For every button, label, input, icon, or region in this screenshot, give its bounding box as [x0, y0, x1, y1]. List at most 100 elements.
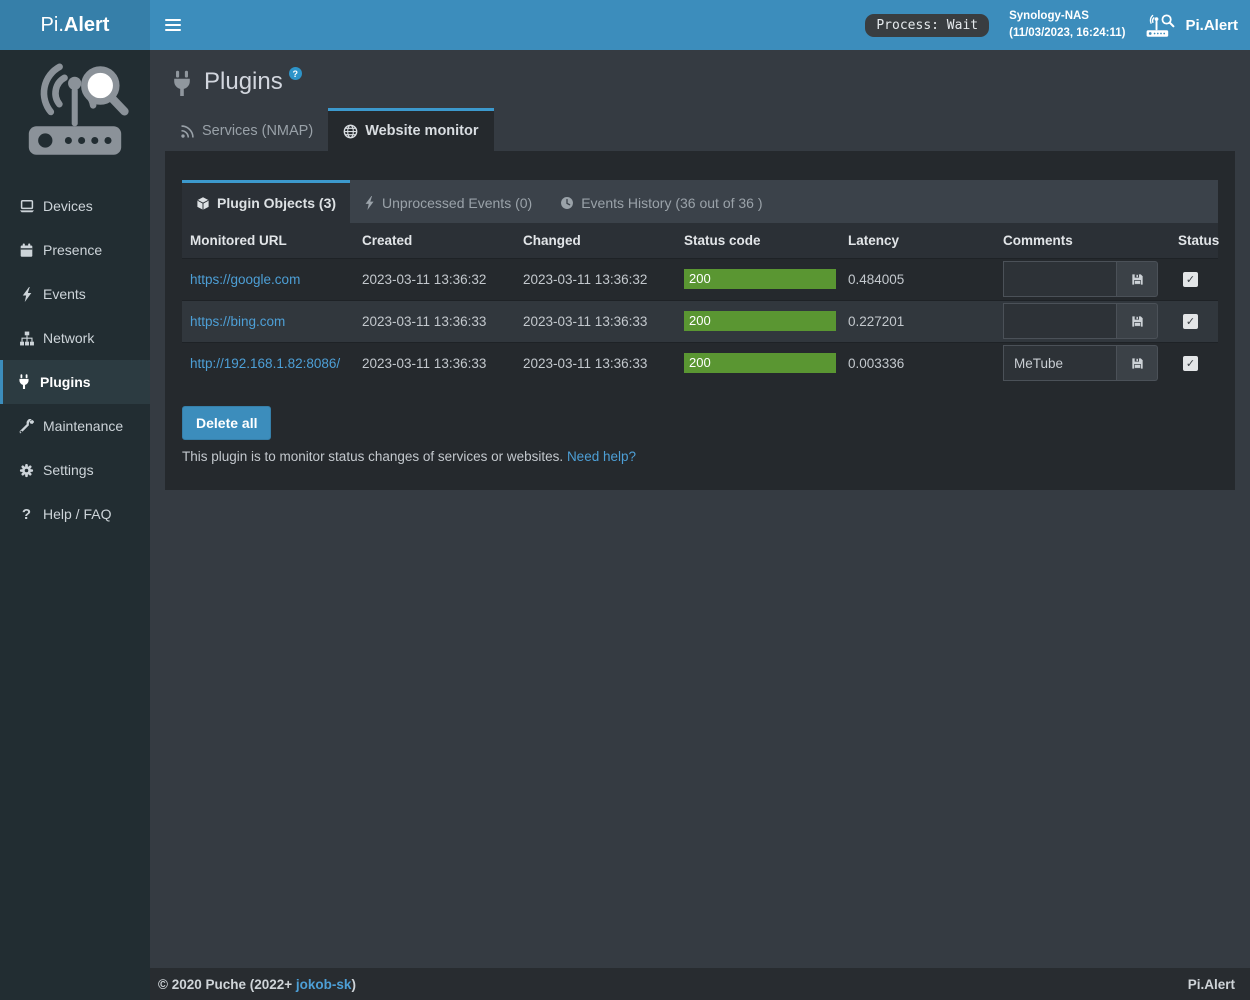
sidebar-item-events[interactable]: Events [0, 272, 150, 316]
created-cell: 2023-03-11 13:36:33 [354, 342, 515, 384]
sidebar-item-label: Help / FAQ [43, 506, 111, 522]
sidebar-item-label: Plugins [40, 374, 91, 390]
sidebar-item-maintenance[interactable]: Maintenance [0, 404, 150, 448]
sidebar-menu: Devices Presence Events [0, 184, 150, 536]
sidebar: Devices Presence Events [0, 50, 150, 1000]
tab-unprocessed-events[interactable]: Unprocessed Events (0) [350, 180, 546, 223]
brand-logo[interactable]: Pi.Alert [0, 0, 150, 50]
sidebar-item-help[interactable]: ? Help / FAQ [0, 492, 150, 536]
table-header-row: Monitored URL Created Changed Status cod… [182, 223, 1218, 258]
save-comment-button[interactable] [1117, 345, 1158, 381]
col-latency: Latency [840, 223, 995, 258]
status-code-bar: 200 [684, 353, 836, 373]
changed-cell: 2023-03-11 13:36:33 [515, 300, 676, 342]
sitemap-icon [18, 331, 35, 346]
col-changed: Changed [515, 223, 676, 258]
sidebar-item-devices[interactable]: Devices [0, 184, 150, 228]
host-name: Synology-NAS [1009, 8, 1125, 25]
tab-label: Events History (36 out of 36 ) [581, 195, 762, 211]
sidebar-item-settings[interactable]: Settings [0, 448, 150, 492]
clock-icon [560, 196, 574, 210]
col-created: Created [354, 223, 515, 258]
latency-cell: 0.227201 [840, 300, 995, 342]
sidebar-item-label: Network [43, 330, 94, 346]
sidebar-item-plugins[interactable]: Plugins [0, 360, 150, 404]
status-checkbox[interactable]: ✓ [1183, 314, 1198, 329]
changed-cell: 2023-03-11 13:36:33 [515, 342, 676, 384]
tab-events-history[interactable]: Events History (36 out of 36 ) [546, 180, 776, 223]
save-comment-button[interactable] [1117, 261, 1158, 297]
status-code-bar: 200 [684, 311, 836, 331]
sidebar-item-label: Devices [43, 198, 93, 214]
monitored-url-link[interactable]: http://192.168.1.82:8086/ [190, 356, 340, 371]
top-navbar: Pi.Alert Process: Wait Synology-NAS (11/… [0, 0, 1250, 50]
col-comments: Comments [995, 223, 1170, 258]
pialert-app: Pi.Alert Process: Wait Synology-NAS (11/… [0, 0, 1250, 1000]
sidebar-toggle-icon[interactable] [150, 0, 195, 50]
col-status: Status [1170, 223, 1218, 258]
col-monitored-url: Monitored URL [182, 223, 354, 258]
tab-label: Services (NMAP) [202, 123, 313, 139]
tab-plugin-objects[interactable]: Plugin Objects (3) [182, 180, 350, 223]
plug-icon [15, 374, 32, 390]
status-checkbox[interactable]: ✓ [1183, 356, 1198, 371]
latency-cell: 0.484005 [840, 258, 995, 300]
status-checkbox[interactable]: ✓ [1183, 272, 1198, 287]
question-icon: ? [18, 506, 35, 523]
comment-input[interactable] [1003, 261, 1117, 297]
bolt-icon [18, 287, 35, 302]
created-cell: 2023-03-11 13:36:32 [354, 258, 515, 300]
need-help-link[interactable]: Need help? [567, 449, 636, 464]
changed-cell: 2023-03-11 13:36:32 [515, 258, 676, 300]
tab-label: Plugin Objects (3) [217, 195, 336, 211]
delete-all-button[interactable]: Delete all [182, 406, 271, 440]
latency-cell: 0.003336 [840, 342, 995, 384]
save-comment-button[interactable] [1117, 303, 1158, 339]
table-row: https://bing.com 2023-03-11 13:36:33 202… [182, 300, 1218, 342]
col-status-code: Status code [676, 223, 840, 258]
content-area: Plugins ? Services (NMAP) Websit [150, 50, 1250, 968]
comment-input[interactable] [1003, 303, 1117, 339]
floppy-save-icon [1130, 314, 1145, 329]
tab-label: Website monitor [365, 123, 478, 139]
process-status-badge: Process: Wait [865, 14, 989, 37]
plugin-tabs: Services (NMAP) Website monitor [165, 108, 1235, 151]
tab-label: Unprocessed Events (0) [382, 195, 532, 211]
gear-icon [18, 463, 35, 478]
page-header: Plugins ? [170, 66, 1235, 98]
floppy-save-icon [1130, 272, 1145, 287]
footer-copyright: © 2020 Puche (2022+ jokob-sk) [158, 977, 356, 992]
brand-suffix: Alert [64, 14, 110, 37]
footer-brand: Pi.Alert [1188, 977, 1235, 992]
router-scan-icon [1145, 12, 1177, 39]
wrench-icon [18, 419, 35, 434]
laptop-icon [18, 198, 35, 214]
created-cell: 2023-03-11 13:36:33 [354, 300, 515, 342]
navbar-app-title: Pi.Alert [1145, 12, 1238, 39]
host-time: (11/03/2023, 16:24:11) [1009, 25, 1125, 42]
navbar-app-name: Pi.Alert [1185, 17, 1238, 34]
table-row: http://192.168.1.82:8086/ 2023-03-11 13:… [182, 342, 1218, 384]
sidebar-item-label: Maintenance [43, 418, 123, 434]
host-info: Synology-NAS (11/03/2023, 16:24:11) [1009, 8, 1125, 41]
tab-services-nmap[interactable]: Services (NMAP) [165, 108, 328, 151]
status-code-bar: 200 [684, 269, 836, 289]
floppy-save-icon [1130, 356, 1145, 371]
comment-input[interactable] [1003, 345, 1117, 381]
plugin-help-text: This plugin is to monitor status changes… [182, 449, 1218, 464]
author-link[interactable]: jokob-sk [296, 977, 352, 992]
sidebar-item-network[interactable]: Network [0, 316, 150, 360]
pialert-logo [0, 50, 150, 174]
website-monitor-panel: Plugin Objects (3) Unprocessed Events (0… [165, 151, 1235, 490]
page-help-badge[interactable]: ? [289, 67, 302, 80]
footer: © 2020 Puche (2022+ jokob-sk) Pi.Alert [150, 968, 1250, 1000]
globe-icon [343, 124, 358, 139]
page-title: Plugins [204, 66, 283, 98]
sidebar-item-label: Presence [43, 242, 102, 258]
monitored-url-link[interactable]: https://google.com [190, 272, 300, 287]
monitored-url-link[interactable]: https://bing.com [190, 314, 285, 329]
satellite-dish-icon [180, 124, 195, 139]
tab-website-monitor[interactable]: Website monitor [328, 108, 493, 151]
sidebar-item-presence[interactable]: Presence [0, 228, 150, 272]
navbar-main: Process: Wait Synology-NAS (11/03/2023, … [150, 0, 1250, 50]
